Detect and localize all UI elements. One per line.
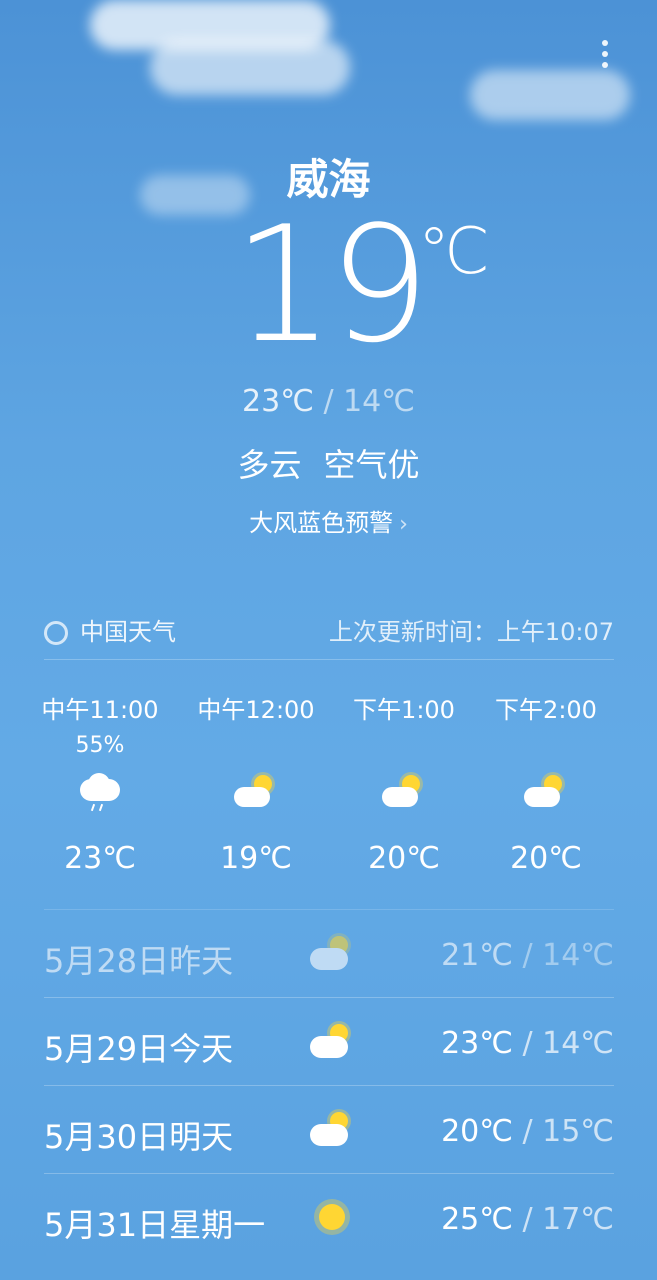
background-cloud: [470, 70, 630, 120]
precip-chance: 55%: [75, 733, 125, 758]
sunny-icon: [310, 1196, 356, 1238]
weather-alert-link[interactable]: 大风蓝色预警 ›: [0, 503, 657, 538]
condition-line: 多云 空气优: [0, 440, 657, 486]
daily-row[interactable]: 5月31日星期一 25℃ / 17℃: [44, 1173, 614, 1262]
hour-temp: 20℃: [510, 841, 582, 876]
daily-row[interactable]: 5月29日今天 23℃ / 14℃: [44, 997, 614, 1086]
temp-value: 19: [232, 191, 431, 378]
precip-chance: [344, 733, 464, 759]
current-temperature: 19 ℃: [0, 205, 657, 365]
temp-unit: ℃: [418, 215, 490, 289]
hour-time: 下午2:00: [495, 696, 597, 724]
day-range: 20℃ / 15℃: [441, 1114, 614, 1149]
hourly-item[interactable]: 下午1:00 20℃: [344, 690, 464, 876]
source-name: 中国天气: [80, 618, 176, 646]
china-weather-logo-icon: [44, 621, 68, 645]
day-range: 21℃ / 14℃: [441, 938, 614, 973]
day-label: 5月30日明天: [44, 1118, 234, 1156]
precip-chance: [196, 733, 316, 759]
daily-row[interactable]: 5月28日昨天 21℃ / 14℃: [44, 909, 614, 998]
hour-time: 中午11:00: [41, 696, 159, 724]
day-label: 5月29日今天: [44, 1030, 234, 1068]
source-bar: 中国天气 上次更新时间：上午10:07: [44, 612, 614, 648]
air-quality[interactable]: 空气优: [324, 446, 420, 484]
background-cloud: [150, 40, 350, 95]
day-range: 23℃ / 14℃: [441, 1026, 614, 1061]
high-low-range: 23℃ / 14℃: [242, 384, 415, 419]
hour-temp: 23℃: [64, 841, 136, 876]
hourly-item[interactable]: 中午12:00 19℃: [196, 690, 316, 876]
day-label: 5月28日昨天: [44, 942, 234, 980]
more-menu-icon[interactable]: [597, 40, 613, 76]
chevron-right-icon: ›: [399, 512, 408, 537]
hour-time: 下午1:00: [353, 696, 455, 724]
divider: [44, 659, 614, 660]
precip-chance: [486, 733, 606, 759]
hour-time: 中午12:00: [197, 696, 315, 724]
hourly-item[interactable]: 下午2:00 20℃: [486, 690, 606, 876]
partly-cloudy-icon: [310, 1108, 356, 1150]
partly-cloudy-icon: [382, 773, 426, 813]
weather-condition: 多云: [237, 446, 302, 484]
partly-cloudy-icon: [524, 773, 568, 813]
today-high: 23℃: [242, 384, 314, 419]
daily-row[interactable]: 5月30日明天 20℃ / 15℃: [44, 1085, 614, 1174]
hour-temp: 19℃: [220, 841, 292, 876]
alert-text: 大风蓝色预警: [249, 509, 394, 537]
hourly-item[interactable]: 中午11:00 55% 23℃: [40, 690, 160, 876]
hour-temp: 20℃: [368, 841, 440, 876]
partly-cloudy-icon: [310, 1020, 356, 1062]
partly-cloudy-icon: [310, 932, 356, 974]
rain-cloud-icon: [78, 773, 122, 813]
partly-cloudy-icon: [234, 773, 278, 813]
day-range: 25℃ / 17℃: [441, 1202, 614, 1237]
last-updated: 上次更新时间：上午10:07: [328, 618, 614, 646]
today-low: 14℃: [343, 384, 415, 419]
day-label: 5月31日星期一: [44, 1206, 266, 1244]
